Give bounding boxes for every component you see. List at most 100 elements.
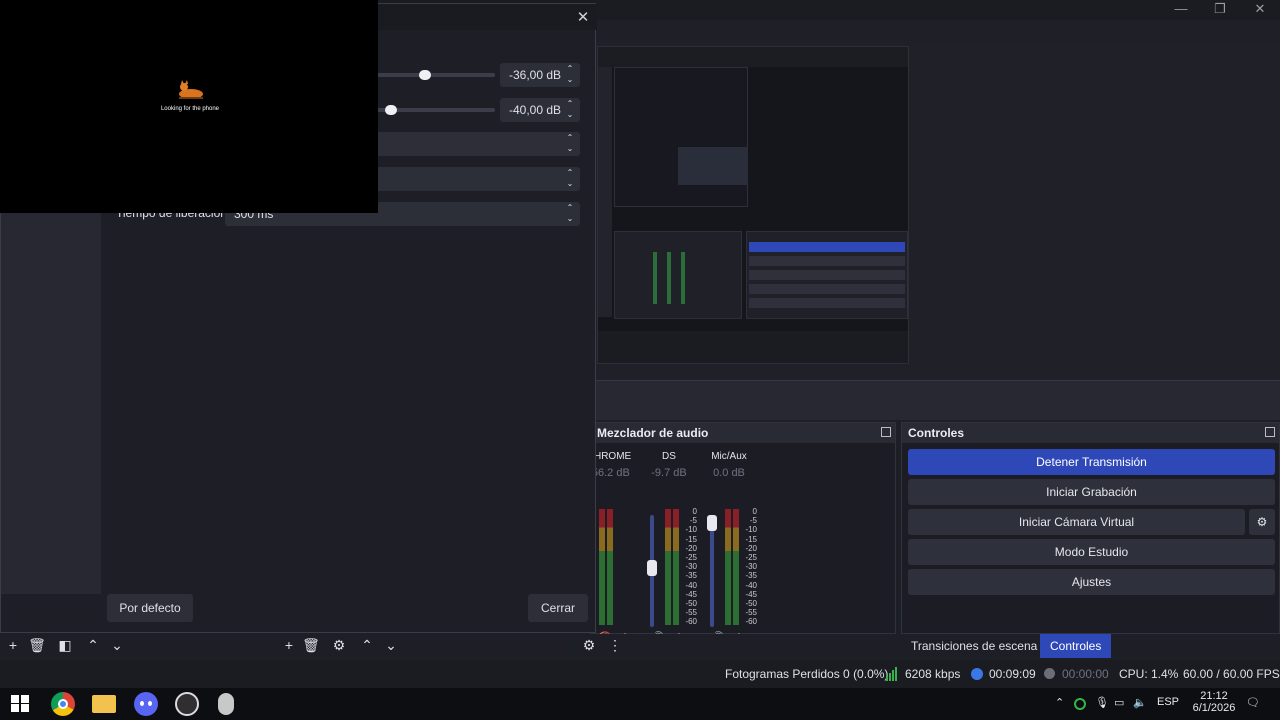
undock-icon[interactable] [881,427,891,437]
overlay-caption: Looking for the phone [160,106,220,112]
volume-icon[interactable]: 🔈 [1133,696,1147,709]
obs-icon[interactable] [175,692,199,716]
move-down-icon[interactable]: ⌄ [382,636,400,654]
spinbox-value: -36,00 dB [509,68,562,82]
shield-icon[interactable] [1074,698,1086,710]
channel-db: 0.0 dB [713,467,745,479]
scale-tick: 0 [752,507,757,516]
scale-tick: -60 [685,617,697,627]
slider-handle[interactable] [419,70,432,80]
spin-arrows-icon[interactable]: ⌃ ⌄ [564,202,576,226]
scale-tick: -10 [685,525,697,535]
scale-tick: -5 [749,516,757,526]
fps: 60.00 / 60.00 FPS [1183,667,1280,681]
scale-tick: -30 [745,562,757,572]
studio-mode-button[interactable]: Modo Estudio [908,539,1275,565]
spin-arrows-icon[interactable]: ⌃ ⌄ [564,132,576,156]
record-icon [1044,668,1055,679]
meter-scale: 0 -5 -10 -15 -20 -25 -30 -35 -40 -45 -50 -55 -60 [739,507,757,627]
file-explorer-icon[interactable] [92,695,116,713]
spin-arrows-icon[interactable]: ⌃ ⌄ [564,98,576,122]
volume-fader[interactable] [710,515,714,627]
start-recording-button[interactable]: Iniciar Grabación [908,479,1275,505]
mixer-toolbar: ⚙ ⋮ [578,634,898,658]
scale-tick: -50 [745,599,757,609]
controls-dock: Controles Detener Transmisión Iniciar Gr… [901,422,1280,634]
bitrate: 6208 kbps [905,667,961,681]
scale-tick: -45 [745,589,757,599]
clock-time: 21:12 [1200,690,1228,702]
microphone-icon[interactable]: 🎙 [1095,696,1109,709]
advanced-audio-icon[interactable]: ⚙ [580,636,598,654]
nested-preview [614,67,748,207]
virtual-camera-settings-icon[interactable]: ⚙ [1249,509,1275,535]
volume-meter [665,509,671,625]
spin-arrows-icon[interactable]: ⌃ ⌄ [564,63,576,87]
scale-tick: -15 [745,534,757,544]
spin-arrows-icon[interactable]: ⌃ ⌄ [564,167,576,191]
add-icon[interactable]: + [280,636,298,654]
notification-icon[interactable]: 🗨 [1246,696,1260,709]
threshold-spinbox[interactable]: -36,00 dB ⌃ ⌄ [500,63,580,87]
scale-tick: -10 [745,525,757,535]
nested-sidebar [598,67,612,317]
dock-tabs: Transiciones de escena Controles [901,634,1280,658]
nested-controls [746,231,908,319]
tab-controls[interactable]: Controles [1040,634,1112,658]
language-indicator[interactable]: ESP [1157,696,1179,708]
trash-icon[interactable]: 🗑 [28,636,46,654]
chrome-icon[interactable] [51,692,75,716]
ratio-spinbox[interactable]: -40,00 dB ⌃ ⌄ [500,98,580,122]
scale-tick: -25 [685,553,697,563]
trash-icon[interactable]: 🗑 [302,636,320,654]
scale-tick: 0 [692,507,697,516]
windows-icon[interactable] [9,692,33,716]
slider-handle[interactable] [385,105,397,115]
close-button[interactable]: Cerrar [528,594,588,622]
fader-handle[interactable] [707,515,717,531]
close-window-icon[interactable]: ✕ [1240,0,1280,20]
cat-icon [176,80,206,100]
taskbar: ⌃ 🎙 ▭ 🔈 ESP 21:12 6/1/2026 🗨 [0,688,1280,720]
settings-button[interactable]: Ajustes [908,569,1275,595]
scale-tick: -25 [745,553,757,563]
clock[interactable]: 21:12 6/1/2026 [1190,690,1238,714]
stream-icon [971,668,983,680]
scale-tick: -35 [685,571,697,581]
preview-canvas[interactable] [597,46,909,364]
tab-scene-transitions[interactable]: Transiciones de escena [901,634,1047,658]
defaults-button[interactable]: Por defecto [107,594,193,622]
signal-bars-icon [886,667,900,681]
undock-icon[interactable] [1265,427,1275,437]
app-icon[interactable] [218,693,234,715]
spinbox-value: -40,00 dB [509,103,562,117]
gear-icon[interactable]: ⚙ [330,636,348,654]
discord-icon[interactable] [134,692,158,716]
scale-tick: -20 [745,543,757,553]
nested-dialog [678,147,748,185]
move-up-icon[interactable]: ⌃ [84,636,102,654]
scale-tick: -50 [685,599,697,609]
stop-streaming-button[interactable]: Detener Transmisión [908,449,1275,475]
status-bar: Fotogramas Perdidos 0 (0.0%) 6208 kbps 0… [0,660,1280,688]
scale-tick: -35 [745,571,757,581]
move-up-icon[interactable]: ⌃ [358,636,376,654]
scale-tick: -30 [685,562,697,572]
minimize-icon[interactable]: — [1161,0,1201,20]
network-icon[interactable]: ▭ [1114,696,1124,709]
dropped-frames: Fotogramas Perdidos 0 (0.0%) [725,667,889,681]
mixer-menu-icon[interactable]: ⋮ [606,636,624,654]
scale-tick: -55 [685,608,697,618]
webcam-overlay: Looking for the phone [0,0,378,213]
nested-mixer [614,231,742,319]
add-icon[interactable]: + [4,636,22,654]
move-down-icon[interactable]: ⌄ [108,636,126,654]
close-icon[interactable]: ✕ [573,8,593,26]
filter-icon[interactable]: ◧ [56,636,74,654]
scale-tick: -40 [745,580,757,590]
scale-tick: -20 [685,543,697,553]
restore-icon[interactable]: ❐ [1200,0,1240,20]
fader-handle[interactable] [647,560,657,576]
start-virtual-camera-button[interactable]: Iniciar Cámara Virtual [908,509,1245,535]
chevron-up-icon[interactable]: ⌃ [1055,696,1064,709]
